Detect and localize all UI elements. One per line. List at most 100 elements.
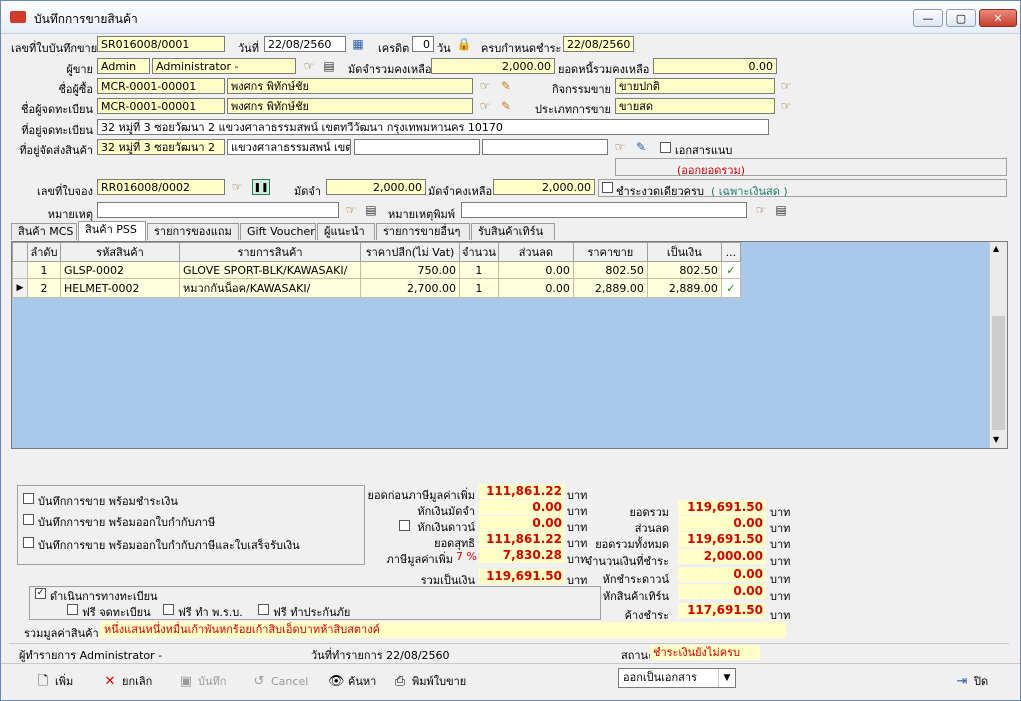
scroll-down-icon[interactable]: ▼ xyxy=(993,435,999,444)
tab-other-sales[interactable]: รายการขายอื่นๆ xyxy=(376,223,470,240)
activity-lookup-icon[interactable]: ☞ xyxy=(778,78,794,94)
tab-mcs[interactable]: สินค้า MCS xyxy=(11,223,77,240)
pencil-icon[interactable]: ✎ xyxy=(498,78,514,94)
due-field[interactable]: 22/08/2560 xyxy=(563,36,634,52)
cell-qty[interactable]: 1 xyxy=(459,278,499,298)
seller-name-field[interactable]: Administrator - xyxy=(152,58,296,74)
col-discount[interactable]: ส่วนลด xyxy=(497,242,574,262)
cell-code[interactable]: HELMET-0002 xyxy=(60,278,180,298)
registrant-pencil-icon[interactable]: ✎ xyxy=(498,98,514,114)
date-field[interactable]: 22/08/2560 xyxy=(264,36,346,52)
registrant-lookup-icon[interactable]: ☞ xyxy=(477,98,493,114)
cell-price[interactable]: 2,700.00 xyxy=(360,278,460,298)
tab-trade-in[interactable]: รับสินค้าเทิร์น xyxy=(471,223,555,240)
maximize-button[interactable]: ▢ xyxy=(946,9,976,27)
activity-field[interactable]: ขายปกติ xyxy=(615,78,775,94)
tab-freebies[interactable]: รายการของแถม xyxy=(147,223,239,240)
booking-field[interactable]: RR016008/0002 xyxy=(97,179,225,195)
tab-gift-voucher[interactable]: Gift Voucher xyxy=(240,223,316,240)
col-name[interactable]: รายการสินค้า xyxy=(179,242,361,262)
save-button[interactable]: ▣ บันทึก xyxy=(178,673,227,691)
cell-amount[interactable]: 802.50 xyxy=(646,261,722,279)
col-sale-price[interactable]: ราคาขาย xyxy=(572,242,648,262)
search-button[interactable]: 👁 ค้นหา xyxy=(328,673,376,691)
col-qty[interactable]: จำนวน xyxy=(459,242,499,262)
close-window-button[interactable]: ✕ xyxy=(979,9,1017,27)
invoice-field[interactable]: SR016008/0001 xyxy=(97,36,225,52)
ship-lookup-icon[interactable]: ☞ xyxy=(612,139,628,155)
tab-pss[interactable]: สินค้า PSS xyxy=(78,221,146,241)
opt2-checkbox[interactable] xyxy=(23,514,34,525)
cancel-doc-button[interactable]: ✕ ยกเลิก xyxy=(102,673,153,691)
cell-name[interactable]: GLOVE SPORT-BLK/KAWASAKI/ xyxy=(179,261,361,279)
note-field[interactable] xyxy=(97,202,339,218)
cell-discount[interactable]: 0.00 xyxy=(497,261,574,279)
pause-icon[interactable]: ❚❚ xyxy=(252,179,270,195)
minimize-button[interactable]: — xyxy=(913,9,943,27)
cell-sale-price[interactable]: 2,889.00 xyxy=(572,278,648,298)
registrant-name-field[interactable]: พงศกร พิทักษ์ชัย xyxy=(227,98,473,114)
edit-form-icon[interactable]: ▤ xyxy=(321,58,337,74)
cell-name[interactable]: หมวกกันน็อค/KAWASAKI/ xyxy=(179,278,361,298)
print-button[interactable]: ⎙ พิมพ์ใบขาย xyxy=(392,673,466,691)
print-note-edit-icon[interactable]: ▤ xyxy=(773,202,789,218)
cell-code[interactable]: GLSP-0002 xyxy=(60,261,180,279)
cancel-button[interactable]: ↺ Cancel xyxy=(251,673,309,691)
credit-field[interactable]: 0 xyxy=(412,36,434,52)
cell-qty[interactable]: 1 xyxy=(459,261,499,279)
note-edit-icon[interactable]: ▤ xyxy=(363,202,379,218)
free-reg-checkbox[interactable] xyxy=(67,604,78,615)
col-amount[interactable]: เป็นเงิน xyxy=(646,242,722,262)
add-button[interactable]: 🗋 เพิ่ม xyxy=(35,673,74,691)
booking-lookup-icon[interactable]: ☞ xyxy=(229,179,245,195)
calendar-icon[interactable]: ▦ xyxy=(350,36,366,52)
sale-type-field[interactable]: ขายสด xyxy=(615,98,775,114)
cell-sale-price[interactable]: 802.50 xyxy=(572,261,648,279)
lookup-icon[interactable]: ☞ xyxy=(301,58,317,74)
print-note-field[interactable] xyxy=(461,202,747,218)
opt3-checkbox[interactable] xyxy=(23,537,34,548)
ship-address-3-field[interactable] xyxy=(354,139,480,155)
cell-price[interactable]: 750.00 xyxy=(360,261,460,279)
seller-code-field[interactable]: Admin xyxy=(97,58,150,74)
register-checkbox[interactable]: ✓ xyxy=(35,588,46,599)
cell-discount[interactable]: 0.00 xyxy=(497,278,574,298)
tab-referrer[interactable]: ผู้แนะนำ xyxy=(317,223,375,240)
ship-address-1-field[interactable]: 32 หมู่ที่ 3 ซอยวัฒนา 2 xyxy=(97,139,225,155)
buyer-lookup-icon[interactable]: ☞ xyxy=(477,78,493,94)
registrant-code-field[interactable]: MCR-0001-00001 xyxy=(97,98,225,114)
grid-scrollbar[interactable]: ▲ ▼ xyxy=(989,242,1007,448)
scroll-up-icon[interactable]: ▲ xyxy=(993,244,999,253)
chevron-down-icon[interactable]: ▼ xyxy=(718,669,735,687)
ship-address-4-field[interactable] xyxy=(482,139,608,155)
table-row[interactable]: ▶ 2 HELMET-0002 หมวกกันน็อค/KAWASAKI/ 2,… xyxy=(12,278,741,298)
scroll-thumb[interactable] xyxy=(992,316,1005,430)
check-icon[interactable]: ✓ xyxy=(720,261,741,279)
ship-address-2-field[interactable]: แขวงศาลาธรรมสพน์ เขต xyxy=(227,139,351,155)
col-code[interactable]: รหัสสินค้า xyxy=(60,242,180,262)
cell-no[interactable]: 2 xyxy=(27,278,61,298)
col-price[interactable]: ราคาปลีก(ไม่ Vat) xyxy=(360,242,460,262)
all-total-label: ยอดรวมทั้งหมด xyxy=(595,538,669,551)
note-lookup-icon[interactable]: ☞ xyxy=(343,202,359,218)
print-note-lookup-icon[interactable]: ☞ xyxy=(753,202,769,218)
sale-type-lookup-icon[interactable]: ☞ xyxy=(778,98,794,114)
cell-amount[interactable]: 2,889.00 xyxy=(646,278,722,298)
cell-no[interactable]: 1 xyxy=(27,261,61,279)
col-more[interactable]: ... xyxy=(720,242,741,262)
col-no[interactable]: ลำดับ xyxy=(27,242,61,262)
table-row[interactable]: 1 GLSP-0002 GLOVE SPORT-BLK/KAWASAKI/ 75… xyxy=(12,261,741,279)
close-button[interactable]: ⇥ ปิด xyxy=(954,673,989,691)
opt1-checkbox[interactable] xyxy=(23,493,34,504)
reg-address-field[interactable]: 32 หมู่ที่ 3 ซอยวัฒนา 2 แขวงศาลาธรรมสพน์… xyxy=(97,119,769,135)
check-icon[interactable]: ✓ xyxy=(720,278,741,298)
free-ins-checkbox[interactable] xyxy=(258,604,269,615)
attach-checkbox[interactable] xyxy=(660,142,671,153)
pay-once-checkbox[interactable] xyxy=(602,182,613,193)
output-select[interactable]: ออกเป็นเอกสาร ▼ xyxy=(618,668,736,688)
free-prb-checkbox[interactable] xyxy=(163,604,174,615)
buyer-code-field[interactable]: MCR-0001-00001 xyxy=(97,78,225,94)
buyer-name-field[interactable]: พงศกร พิทักษ์ชัย xyxy=(227,78,473,94)
lock-icon[interactable]: 🔒 xyxy=(456,36,472,52)
ship-pencil-icon[interactable]: ✎ xyxy=(633,139,649,155)
